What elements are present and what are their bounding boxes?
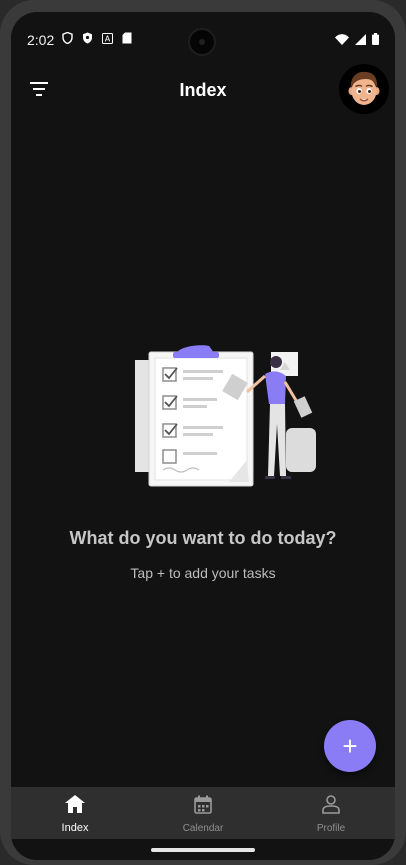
status-right-icons	[335, 32, 379, 50]
bottom-navigation: Index Calendar Profile	[11, 787, 395, 839]
vpn-icon	[81, 32, 93, 44]
calendar-icon	[194, 795, 212, 819]
battery-icon	[372, 32, 379, 50]
home-icon	[65, 795, 85, 818]
app-bar: Index	[11, 64, 395, 120]
camera-cutout	[188, 28, 216, 56]
nav-label-index: Index	[61, 822, 89, 834]
nav-item-profile[interactable]: Profile	[267, 787, 395, 839]
status-left-icons: A	[61, 32, 133, 44]
shield-icon	[61, 32, 73, 44]
gesture-bar	[151, 848, 255, 852]
signal-icon	[355, 32, 366, 50]
nav-label-calendar: Calendar	[182, 823, 224, 834]
empty-state-subtext: Tap + to add your tasks	[130, 565, 276, 581]
status-bar: 2:02 A	[11, 12, 395, 68]
status-time: 2:02	[27, 32, 55, 48]
person-icon	[322, 795, 340, 819]
nav-item-calendar[interactable]: Calendar	[139, 787, 267, 839]
sd-card-icon	[121, 32, 133, 44]
avatar[interactable]	[339, 64, 389, 114]
svg-text:A: A	[104, 34, 110, 43]
empty-state-headline: What do you want to do today?	[69, 528, 337, 548]
add-task-button[interactable]: +	[324, 720, 376, 772]
checklist-person-illustration	[131, 342, 321, 492]
nav-label-profile: Profile	[316, 823, 346, 834]
page-title: Index	[179, 80, 227, 100]
a-icon: A	[101, 32, 113, 44]
app-screen: 2:02 A Index What do you want to do toda…	[11, 12, 395, 860]
plus-icon: +	[342, 731, 358, 761]
nav-item-index[interactable]: Index	[11, 787, 139, 839]
wifi-icon	[335, 32, 349, 50]
